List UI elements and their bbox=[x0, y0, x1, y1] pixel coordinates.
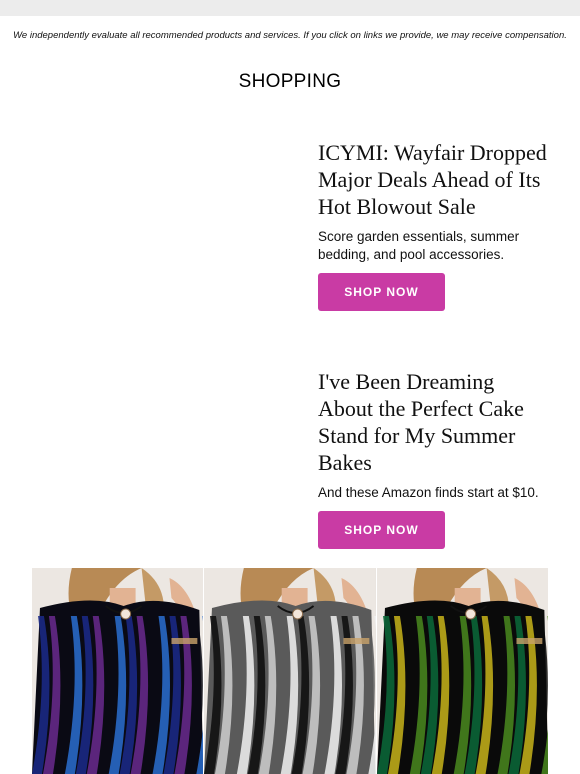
product-image-strip[interactable] bbox=[32, 568, 548, 774]
affiliate-disclaimer: We independently evaluate all recommende… bbox=[13, 30, 567, 41]
shop-now-button[interactable]: SHOP NOW bbox=[318, 273, 445, 311]
article-card: I've Been Dreaming About the Perfect Cak… bbox=[318, 368, 553, 549]
article-description: Score garden essentials, summer bedding,… bbox=[318, 229, 520, 262]
shop-now-button[interactable]: SHOP NOW bbox=[318, 511, 445, 549]
product-image-black-white-dress[interactable] bbox=[204, 568, 376, 774]
article-description: And these Amazon finds start at $10. bbox=[318, 485, 539, 500]
product-image-blue-purple-dress[interactable] bbox=[32, 568, 204, 774]
dress-illustration bbox=[376, 568, 548, 774]
product-image-green-yellow-dress[interactable] bbox=[376, 568, 548, 774]
dress-illustration bbox=[204, 568, 376, 774]
dress-illustration bbox=[32, 568, 204, 774]
article-card: ICYMI: Wayfair Dropped Major Deals Ahead… bbox=[318, 139, 553, 311]
article-title[interactable]: I've Been Dreaming About the Perfect Cak… bbox=[318, 368, 553, 476]
section-title: SHOPPING bbox=[238, 71, 342, 92]
article-title[interactable]: ICYMI: Wayfair Dropped Major Deals Ahead… bbox=[318, 139, 553, 220]
top-bar bbox=[0, 0, 580, 16]
